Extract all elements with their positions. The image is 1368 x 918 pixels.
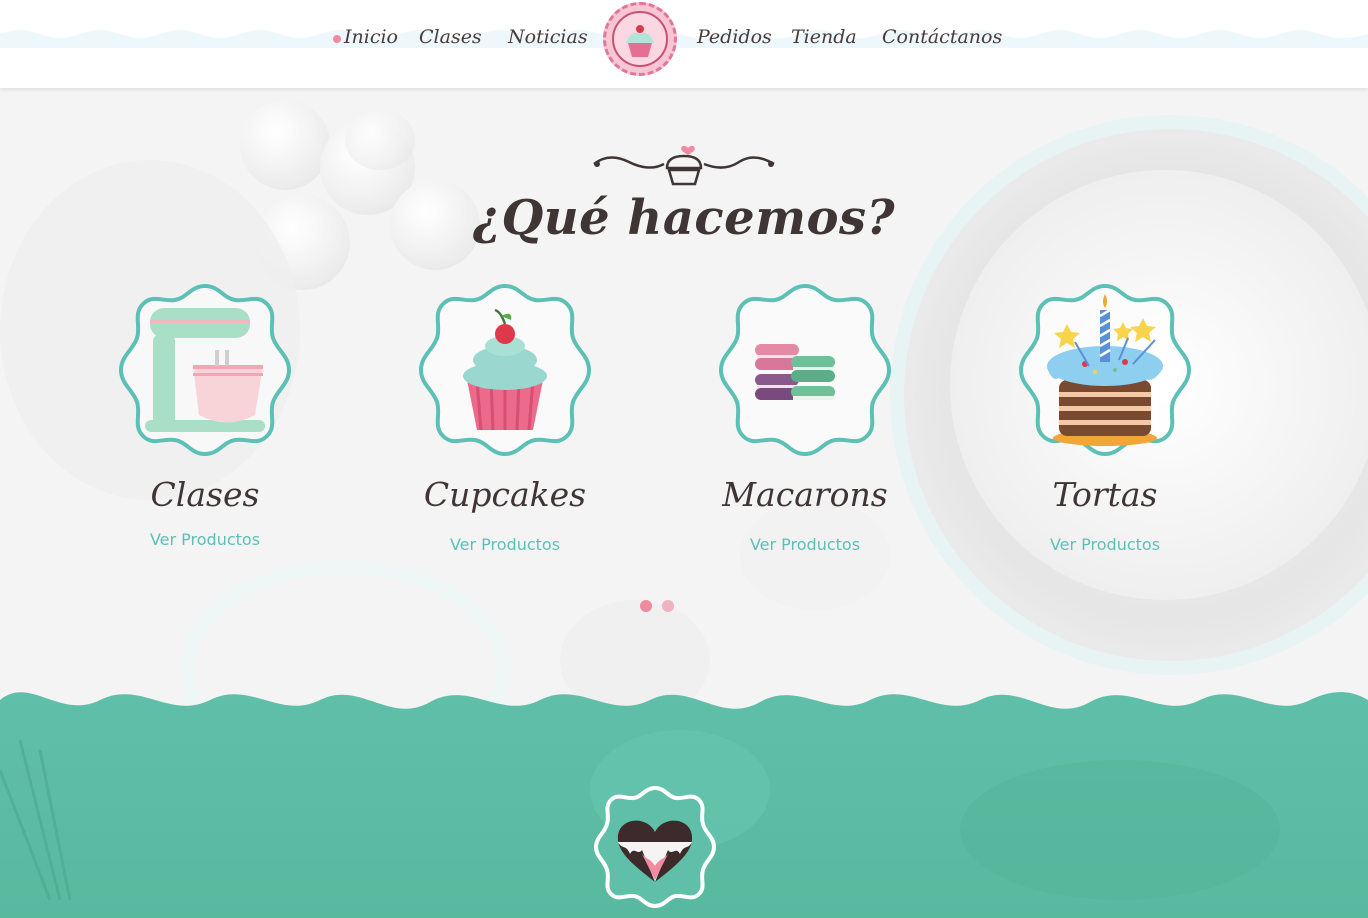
cupcake-logo-icon [612, 11, 668, 67]
birthday-cake-icon[interactable] [1015, 280, 1195, 460]
carousel-dot-2[interactable] [662, 600, 674, 612]
cupcake-ornament-icon [593, 145, 775, 186]
ver-productos-link-tortas[interactable]: Ver Productos [985, 535, 1225, 554]
card-title-macarons: Macarons [722, 475, 888, 514]
nav-item-noticias[interactable]: Noticias [508, 26, 588, 48]
cupcake-icon[interactable] [415, 280, 595, 460]
nav-item-clases[interactable]: Clases [419, 26, 482, 48]
stand-mixer-icon[interactable] [115, 280, 295, 460]
active-nav-indicator [333, 35, 341, 43]
ver-productos-link-cupcakes[interactable]: Ver Productos [385, 535, 625, 554]
service-card-tortas: Tortas Ver Productos [985, 280, 1225, 580]
main-nav: Inicio Clases Noticias Pedidos Tienda Co… [0, 0, 1368, 78]
site-header: Inicio Clases Noticias Pedidos Tienda Co… [0, 0, 1368, 88]
card-title-cupcakes: Cupcakes [423, 475, 587, 514]
service-card-cupcakes: Cupcakes Ver Productos [385, 280, 625, 580]
ver-productos-link-macarons[interactable]: Ver Productos [685, 535, 925, 554]
carousel-pagination [640, 600, 674, 612]
card-title-clases: Clases [150, 475, 260, 514]
nav-item-contactanos[interactable]: Contáctanos [882, 26, 1002, 48]
chocolate-heart-icon[interactable] [592, 784, 718, 910]
macarons-icon[interactable] [715, 280, 895, 460]
service-card-macarons: Macarons Ver Productos [685, 280, 925, 580]
carousel-dot-1[interactable] [640, 600, 652, 612]
title-ornament [0, 142, 1368, 196]
service-card-clases: Clases Ver Productos [85, 280, 325, 580]
ver-productos-link-clases[interactable]: Ver Productos [85, 530, 325, 549]
card-title-tortas: Tortas [1052, 475, 1158, 514]
nav-item-tienda[interactable]: Tienda [791, 26, 857, 48]
nav-item-inicio[interactable]: Inicio [344, 26, 398, 48]
brand-logo[interactable] [603, 2, 677, 76]
nav-item-pedidos[interactable]: Pedidos [697, 26, 772, 48]
section-title: ¿Qué hacemos? [472, 190, 896, 246]
